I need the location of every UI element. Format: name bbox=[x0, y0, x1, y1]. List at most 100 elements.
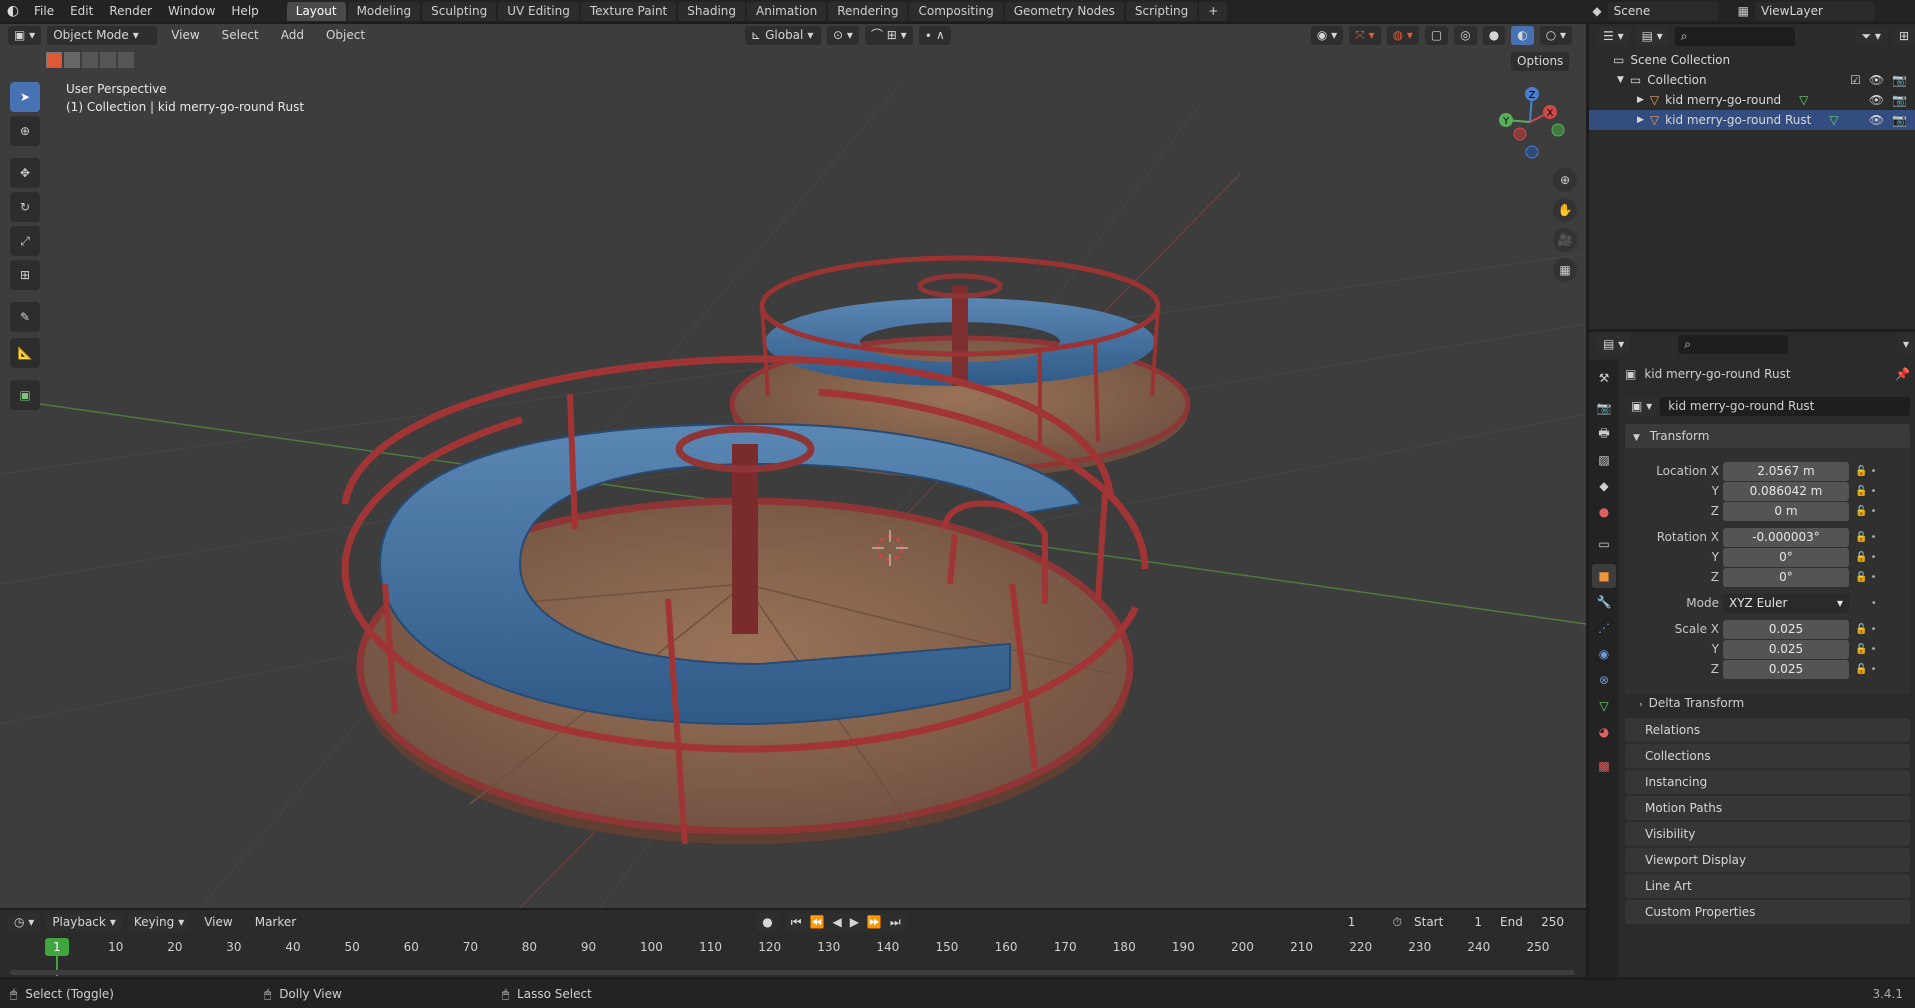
tab-output[interactable]: 🖶 bbox=[1592, 422, 1616, 446]
expand-arrow-icon[interactable]: ▶ bbox=[1637, 95, 1644, 105]
menu-object[interactable]: Object bbox=[318, 24, 373, 46]
next-keyframe-icon[interactable]: ⏩ bbox=[867, 913, 882, 932]
menu-edit[interactable]: Edit bbox=[62, 0, 101, 22]
tab-scene[interactable]: ◆ bbox=[1592, 474, 1616, 498]
tool-cursor[interactable]: ⊕ bbox=[10, 116, 40, 146]
timeline-view-menu[interactable]: View bbox=[196, 911, 240, 933]
tab-texture[interactable]: ▩ bbox=[1592, 754, 1616, 778]
playhead[interactable]: 1 bbox=[45, 938, 69, 956]
panel-instancing[interactable]: Instancing bbox=[1625, 770, 1910, 794]
mode-dropdown[interactable]: Object Mode ▾ bbox=[47, 25, 158, 45]
lock-icon[interactable]: 🔓 • bbox=[1855, 568, 1905, 588]
select-subtract-icon[interactable] bbox=[82, 52, 98, 68]
tab-rendering[interactable]: Rendering bbox=[828, 1, 908, 21]
properties-options-button[interactable]: ▾ bbox=[1896, 334, 1915, 354]
menu-help[interactable]: Help bbox=[223, 0, 266, 22]
snap-toggle[interactable]: ⌒ ⊞ ▾ bbox=[864, 25, 913, 45]
pan-hand-icon[interactable]: ✋ bbox=[1553, 198, 1577, 222]
tab-view-layer[interactable]: ▨ bbox=[1592, 448, 1616, 472]
tab-tool[interactable]: ⚒ bbox=[1592, 366, 1616, 390]
filter-button[interactable]: ⏷ ▾ bbox=[1855, 26, 1887, 46]
tab-geometry-nodes[interactable]: Geometry Nodes bbox=[1004, 1, 1124, 21]
scale-z-field[interactable]: 0.025 bbox=[1723, 660, 1849, 679]
scale-x-field[interactable]: 0.025 bbox=[1723, 620, 1849, 639]
overlay-toggle[interactable]: ◍ ▾ bbox=[1386, 25, 1419, 45]
panel-collections[interactable]: Collections bbox=[1625, 744, 1910, 768]
menu-render[interactable]: Render bbox=[101, 0, 160, 22]
shading-wireframe-button[interactable]: ◎ bbox=[1454, 25, 1477, 45]
lock-icon[interactable]: 🔓 • bbox=[1855, 462, 1905, 482]
lock-icon[interactable]: 🔓 • bbox=[1855, 548, 1905, 568]
blender-logo-icon[interactable]: ◐ bbox=[0, 3, 26, 19]
tab-modeling[interactable]: Modeling bbox=[347, 1, 421, 21]
menu-view[interactable]: View bbox=[163, 24, 207, 46]
timeline-editor-type-button[interactable]: ◷ ▾ bbox=[8, 912, 41, 932]
tab-render[interactable]: 📷 bbox=[1592, 396, 1616, 420]
properties-editor-type-button[interactable]: ▤ ▾ bbox=[1597, 334, 1631, 354]
proportional-edit-toggle[interactable]: ∙ ∧ bbox=[918, 25, 951, 45]
lock-icon[interactable]: 🔓 • bbox=[1855, 620, 1905, 640]
menu-file[interactable]: File bbox=[26, 0, 62, 22]
menu-select[interactable]: Select bbox=[214, 24, 267, 46]
shading-rendered-button[interactable]: ○ ▾ bbox=[1539, 25, 1572, 45]
scene-icon[interactable]: ◆ bbox=[1592, 4, 1601, 18]
select-new-icon[interactable] bbox=[46, 52, 62, 68]
view-layer-field[interactable]: ViewLayer bbox=[1755, 1, 1875, 21]
menu-window[interactable]: Window bbox=[160, 0, 223, 22]
keyframe-dot-icon[interactable]: • bbox=[1855, 594, 1905, 614]
render-camera-icon[interactable]: 📷 bbox=[1892, 113, 1907, 127]
tab-animation[interactable]: Animation bbox=[747, 1, 827, 21]
lock-icon[interactable]: 🔓 • bbox=[1855, 640, 1905, 660]
tool-rotate[interactable]: ↻ bbox=[10, 192, 40, 222]
transform-panel-header[interactable]: ▼ Transform bbox=[1625, 424, 1910, 448]
rotation-mode-dropdown[interactable]: XYZ Euler ▾ bbox=[1723, 594, 1849, 613]
panel-visibility[interactable]: Visibility bbox=[1625, 822, 1910, 846]
tab-particles[interactable]: ⋰ bbox=[1592, 616, 1616, 640]
ortho-grid-icon[interactable]: ▦ bbox=[1553, 258, 1577, 282]
tool-move[interactable]: ✥ bbox=[10, 158, 40, 188]
outliner-editor-type-button[interactable]: ☰ ▾ bbox=[1597, 26, 1630, 46]
tab-data[interactable]: ▽ bbox=[1592, 694, 1616, 718]
panel-motion-paths[interactable]: Motion Paths bbox=[1625, 796, 1910, 820]
location-z-field[interactable]: 0 m bbox=[1723, 502, 1849, 521]
end-frame-field[interactable]: End 250 bbox=[1494, 912, 1570, 932]
tab-modifiers[interactable]: 🔧 bbox=[1592, 590, 1616, 614]
select-extend-icon[interactable] bbox=[64, 52, 80, 68]
keying-menu[interactable]: Keying ▾ bbox=[127, 912, 191, 932]
shading-solid-button[interactable]: ● bbox=[1482, 25, 1506, 45]
location-x-field[interactable]: 2.0567 m bbox=[1723, 462, 1849, 481]
visibility-dropdown[interactable]: ◉ ▾ bbox=[1310, 25, 1344, 45]
location-y-field[interactable]: 0.086042 m bbox=[1723, 482, 1849, 501]
panel-line-art[interactable]: Line Art bbox=[1625, 874, 1910, 898]
tab-uv-editing[interactable]: UV Editing bbox=[498, 1, 579, 21]
tab-world[interactable]: ● bbox=[1592, 500, 1616, 524]
options-button[interactable]: Options bbox=[1511, 52, 1570, 71]
view-layer-icon[interactable]: ▦ bbox=[1738, 4, 1749, 18]
tool-transform[interactable]: ⊞ bbox=[10, 260, 40, 290]
render-camera-icon[interactable]: 📷 bbox=[1892, 73, 1907, 87]
timeline-scrollbar[interactable] bbox=[10, 970, 1575, 975]
new-collection-button[interactable]: ⊞ bbox=[1892, 26, 1915, 46]
tab-layout[interactable]: Layout bbox=[286, 1, 346, 21]
pin-icon[interactable]: 📌 bbox=[1895, 367, 1910, 381]
display-mode-button[interactable]: ▤ ▾ bbox=[1635, 26, 1669, 46]
visibility-eye-icon[interactable]: 👁 bbox=[1869, 73, 1884, 87]
zoom-icon[interactable]: ⊕ bbox=[1553, 168, 1577, 192]
scale-y-field[interactable]: 0.025 bbox=[1723, 640, 1849, 659]
tab-constraints[interactable]: ⊗ bbox=[1592, 668, 1616, 692]
lock-icon[interactable]: 🔓 • bbox=[1855, 660, 1905, 680]
record-button[interactable]: ● bbox=[756, 912, 779, 932]
navigation-gizmo[interactable]: Z X Y bbox=[1490, 82, 1570, 162]
tab-material[interactable]: ◕ bbox=[1592, 720, 1616, 744]
3d-viewport[interactable]: ▣ ▾ Object Mode ▾ View Select Add Object… bbox=[0, 24, 1586, 908]
delta-transform-subpanel[interactable]: › Delta Transform bbox=[1639, 696, 1744, 710]
expand-arrow-icon[interactable]: ▶ bbox=[1637, 115, 1644, 125]
viewport-scene[interactable] bbox=[0, 24, 1586, 908]
play-reverse-icon[interactable]: ◀ bbox=[832, 913, 841, 932]
xray-toggle[interactable]: ▢ bbox=[1424, 25, 1449, 45]
scene-name-field[interactable]: Scene bbox=[1607, 1, 1718, 21]
lock-icon[interactable]: 🔓 • bbox=[1855, 528, 1905, 548]
jump-start-icon[interactable]: ⏮ bbox=[791, 913, 802, 932]
editor-type-button[interactable]: ▣ ▾ bbox=[8, 25, 42, 45]
tool-select-box[interactable]: ➤ bbox=[10, 82, 40, 112]
